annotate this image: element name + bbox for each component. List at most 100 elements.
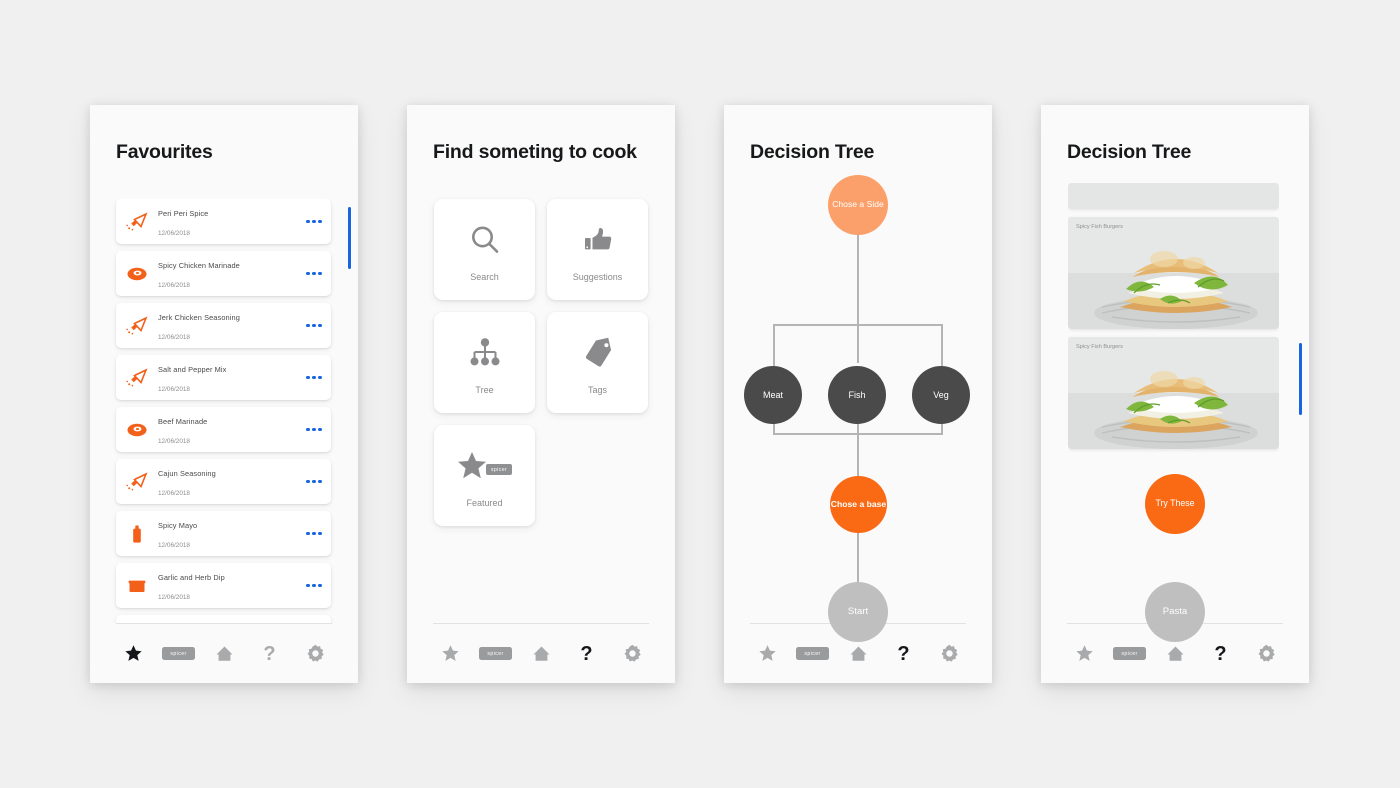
list-item[interactable]: Peri Peri Spice 12/06/2018 [116,199,331,244]
nav-item-spicer[interactable]: spicer [479,637,513,671]
tree-node-label: Veg [933,389,949,400]
item-name: Jerk Chicken Seasoning [158,313,240,323]
tree-hierarchy-icon [468,330,502,376]
more-options-button[interactable] [297,583,331,588]
list-scrollbar[interactable] [348,207,351,269]
search-icon [468,217,502,263]
tree-node-start[interactable]: Start [828,582,888,642]
more-options-button[interactable] [297,531,331,536]
more-options-button[interactable] [297,427,331,432]
item-date: 12/06/2018 [158,593,190,601]
list-item[interactable]: Garlic and Herb Dip 12/06/2018 [116,563,331,608]
nav-item-settings[interactable] [1249,637,1283,671]
phone-screen-favourites: Favourites Peri Peri Spice 12/06/2018 Sp… [90,105,358,683]
nav-item-favourites[interactable] [1067,637,1101,671]
nav-item-spicer[interactable]: spicer [1113,637,1147,671]
nav-item-help[interactable]: ? [253,637,287,671]
item-date: 12/06/2018 [158,333,190,341]
tag-icon [581,330,615,376]
nav-item-spicer[interactable]: spicer [796,637,830,671]
tile-featured[interactable]: spicer Featured [434,425,535,526]
tree-node-meat[interactable]: Meat [744,366,802,424]
more-options-button[interactable] [297,271,331,276]
phone-screen-find: Find someting to cook Search Suggestions… [407,105,675,683]
tile-label: Suggestions [572,272,623,282]
question-mark-icon: ? [897,642,910,665]
list-item[interactable]: Spicy Chicken Marinade 12/06/2018 [116,251,331,296]
tree-edge [773,324,775,366]
tree-node-label: Start [847,605,869,617]
nav-item-spicer[interactable]: spicer [162,637,196,671]
action-tile-grid: Search Suggestions Tree Tags spicer Feat… [434,199,648,526]
nav-item-settings[interactable] [298,637,332,671]
list-item-partial[interactable] [116,615,331,623]
tile-suggestions[interactable]: Suggestions [547,199,648,300]
favourites-list[interactable]: Peri Peri Spice 12/06/2018 Spicy Chicken… [90,199,358,623]
tree-node-chose-a-side[interactable]: Chose a Side [828,175,888,235]
meat-cut-icon [116,259,158,289]
nav-item-settings[interactable] [615,637,649,671]
item-date: 12/06/2018 [158,385,190,393]
tree-node-chose-a-base[interactable]: Chose a base [830,476,887,533]
tree-edge [941,324,943,366]
page-title: Decision Tree [750,141,875,163]
sauce-bottle-icon [116,519,158,549]
more-options-button[interactable] [297,323,331,328]
bottom-nav: spicer ? [90,623,358,683]
spicer-badge-icon: spicer [796,647,829,660]
more-options-button[interactable] [297,219,331,224]
tree-node-veg[interactable]: Veg [912,366,970,424]
nav-item-favourites[interactable] [433,637,467,671]
tile-tags[interactable]: Tags [547,312,648,413]
item-name: Spicy Mayo [158,521,198,531]
thumbs-up-icon [582,217,614,263]
nav-item-help[interactable]: ? [1204,637,1238,671]
tree-node-fish[interactable]: Fish [828,366,886,424]
recipe-photo-label: Spicy Fish Burgers [1076,344,1123,350]
dip-tub-icon [116,571,158,601]
more-options-button[interactable] [297,375,331,380]
bottom-nav: spicer ? [407,623,675,683]
tile-label: Featured [466,498,503,508]
spice-grinder-icon [116,207,158,237]
nav-item-home[interactable] [524,637,558,671]
featured-badge: spicer [485,464,513,475]
page-title: Decision Tree [1067,141,1192,163]
spice-grinder-icon [116,311,158,341]
page-title: Favourites [116,141,213,163]
phone-screen-decision-tree: Decision Tree Chose a Side Meat Fish Veg… [724,105,992,683]
spicer-badge-icon: spicer [1113,647,1146,660]
star-icon: spicer [457,443,513,489]
more-options-button[interactable] [297,479,331,484]
list-item[interactable]: Spicy Mayo 12/06/2018 [116,511,331,556]
tree-node-pasta[interactable]: Pasta [1145,582,1205,642]
decision-tree-graph: Try These Pasta [1041,193,1309,642]
list-item[interactable]: Salt and Pepper Mix 12/06/2018 [116,355,331,400]
item-date: 12/06/2018 [158,281,190,289]
tile-search[interactable]: Search [434,199,535,300]
nav-item-help[interactable]: ? [887,637,921,671]
list-item[interactable]: Beef Marinade 12/06/2018 [116,407,331,452]
nav-item-help[interactable]: ? [570,637,604,671]
tree-edge [773,324,943,326]
tree-node-try-these[interactable]: Try These [1145,474,1205,534]
item-date: 12/06/2018 [158,229,190,237]
tree-node-label: Fish [848,389,866,400]
tile-tree[interactable]: Tree [434,312,535,413]
list-item[interactable]: Jerk Chicken Seasoning 12/06/2018 [116,303,331,348]
spice-grinder-icon [116,363,158,393]
spicer-badge-icon: spicer [162,647,195,660]
item-name: Spicy Chicken Marinade [158,261,240,271]
spice-grinder-icon [116,467,158,497]
list-item[interactable]: Cajun Seasoning 12/06/2018 [116,459,331,504]
tree-node-label: Meat [762,389,783,400]
nav-item-home[interactable] [207,637,241,671]
tile-label: Search [470,272,499,282]
spicer-badge-icon: spicer [479,647,512,660]
question-mark-icon: ? [263,642,276,665]
tree-node-label: Chose a Side [832,199,884,210]
item-name: Peri Peri Spice [158,209,209,219]
nav-item-favourites[interactable] [750,637,784,671]
nav-item-settings[interactable] [932,637,966,671]
nav-item-favourites[interactable] [116,637,150,671]
